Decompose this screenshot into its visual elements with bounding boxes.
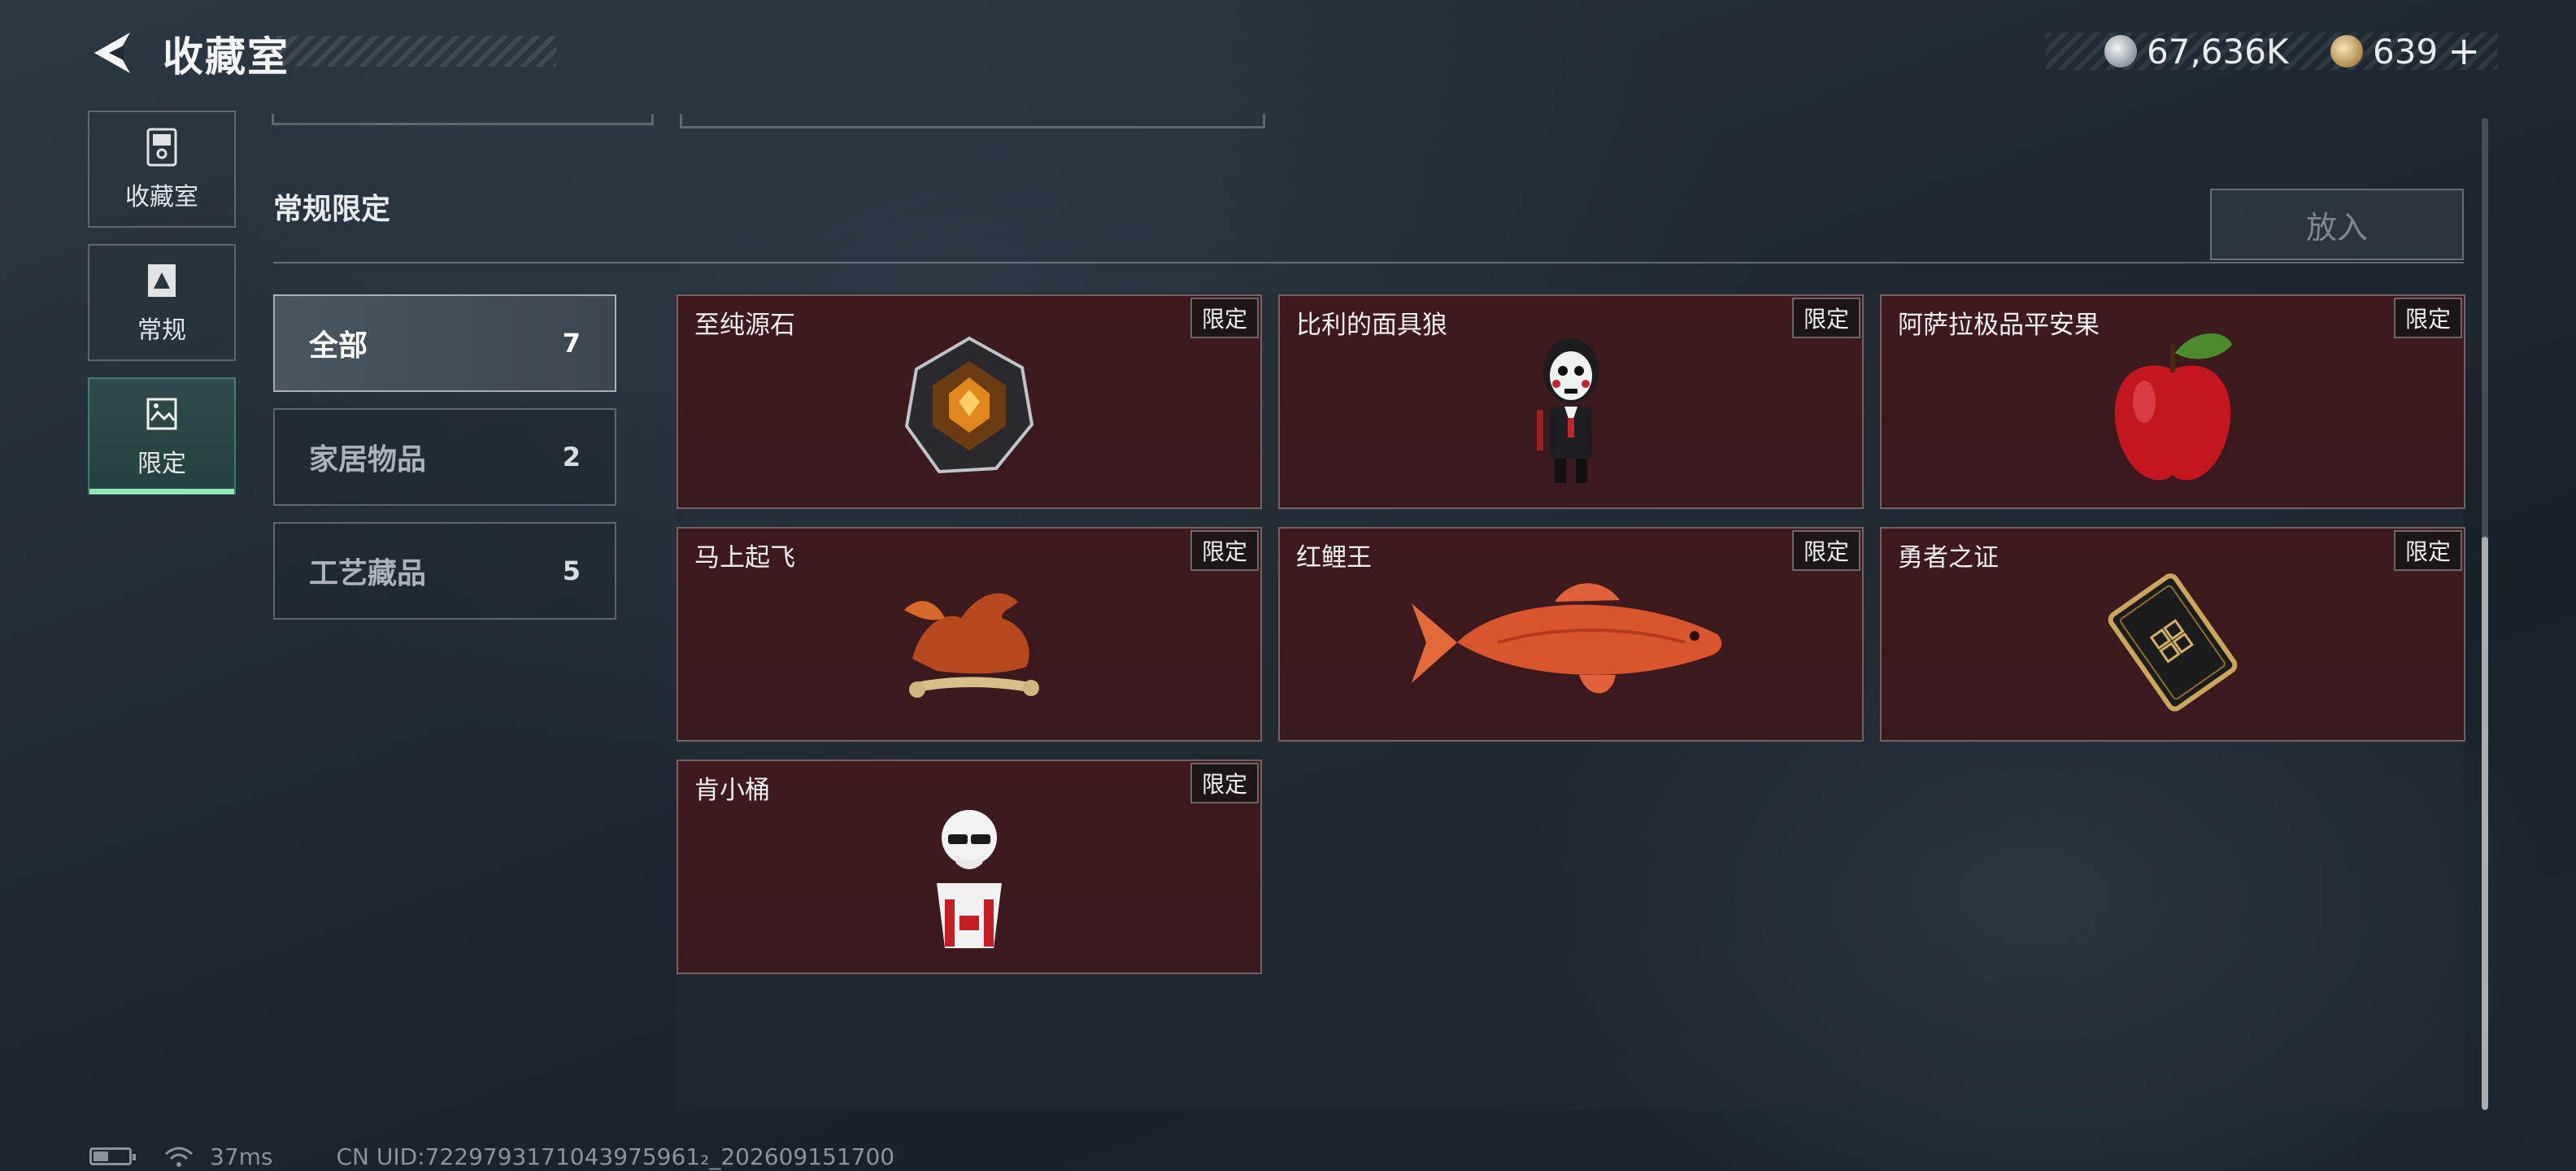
limited-icon [146, 398, 177, 430]
silver-amount: 67,636K [2147, 31, 2289, 72]
billy-puppet-icon [1537, 338, 1599, 483]
item-name: 马上起飞 [694, 543, 795, 572]
gold-currency: 639 + [2330, 28, 2480, 74]
kfc-figure-icon [937, 810, 1002, 948]
limited-badge: 限定 [1792, 298, 1860, 338]
active-indicator [89, 489, 234, 494]
collection-room-icon [146, 128, 177, 167]
nav-limited[interactable]: 限定 [88, 377, 236, 494]
horse-sculpture-icon [904, 593, 1039, 698]
gold-coin-icon [2330, 35, 2363, 67]
filter-count: 7 [562, 328, 581, 359]
item-name: 至纯源石 [694, 311, 795, 340]
limited-badge: 限定 [2394, 530, 2462, 571]
scrolled-panel-edge [272, 114, 654, 125]
item-card[interactable]: 马上起飞 限定 [677, 527, 1262, 742]
pure-origin-stone-icon [904, 336, 1034, 474]
filter-count: 5 [562, 555, 581, 586]
limited-badge: 限定 [1190, 298, 1259, 338]
nav-label: 收藏室 [125, 183, 198, 211]
item-card[interactable]: 红鲤王 限定 [1278, 527, 1864, 742]
filter-name: 工艺藏品 [309, 557, 427, 590]
add-currency-button[interactable]: + [2448, 28, 2480, 74]
title-decoration [276, 36, 556, 67]
item-card[interactable]: 勇者之证 限定 [1880, 527, 2465, 742]
item-card[interactable]: 阿萨拉极品平安果 限定 [1880, 294, 2465, 509]
nav-label: 常规 [137, 316, 186, 345]
gold-amount: 639 [2373, 31, 2439, 72]
item-card[interactable]: 至纯源石 限定 [677, 294, 1262, 509]
apple-icon [2114, 333, 2232, 481]
filter-count: 2 [562, 442, 581, 472]
section-divider [273, 262, 2464, 263]
limited-badge: 限定 [1190, 763, 1259, 803]
item-name: 红鲤王 [1296, 543, 1372, 572]
back-arrow-icon [94, 33, 130, 73]
brave-card-icon [2108, 573, 2238, 712]
item-card[interactable]: 比利的面具狼 限定 [1278, 294, 1864, 509]
limited-badge: 限定 [2394, 298, 2462, 338]
item-name: 阿萨拉极品平安果 [1898, 311, 2100, 340]
item-name: 比利的面具狼 [1296, 311, 1447, 340]
nav-collection-room[interactable]: 收藏室 [88, 111, 236, 228]
nav-label: 限定 [137, 450, 186, 478]
ping-text: 37ms [210, 1143, 273, 1170]
filter-name: 全部 [309, 329, 368, 363]
silver-currency: 67,636K [2104, 31, 2289, 72]
wifi-icon [165, 1147, 193, 1167]
limited-badge: 限定 [1792, 530, 1860, 571]
page-title: 收藏室 [163, 33, 289, 81]
item-name: 勇者之证 [1898, 543, 1999, 572]
item-name: 肯小桶 [694, 776, 770, 805]
back-button[interactable] [88, 29, 133, 76]
nav-regular[interactable]: 常规 [88, 244, 236, 361]
scrollbar-thumb[interactable] [2482, 537, 2488, 1110]
red-carp-icon [1412, 583, 1722, 694]
uid-text: CN UID:7229793171043975961₂_202609151700 [336, 1143, 895, 1170]
filter-all[interactable]: 全部 7 [273, 294, 616, 392]
status-footer: 37ms CN UID:7229793171043975961₂_2026091… [89, 1142, 894, 1171]
limited-badge: 限定 [1190, 530, 1259, 571]
section-title: 常规限定 [273, 193, 391, 226]
filter-household[interactable]: 家居物品 2 [273, 408, 616, 506]
battery-icon [89, 1147, 136, 1165]
item-card[interactable]: 肯小桶 限定 [677, 760, 1262, 974]
currency-bar: 67,636K 639 + [2046, 28, 2498, 74]
filter-name: 家居物品 [309, 443, 427, 477]
silver-coin-icon [2104, 35, 2137, 67]
scrolled-panel-edge [680, 114, 1265, 128]
regular-icon [148, 264, 176, 297]
filter-crafts[interactable]: 工艺藏品 5 [273, 522, 616, 620]
put-in-button[interactable]: 放入 [2210, 189, 2464, 260]
